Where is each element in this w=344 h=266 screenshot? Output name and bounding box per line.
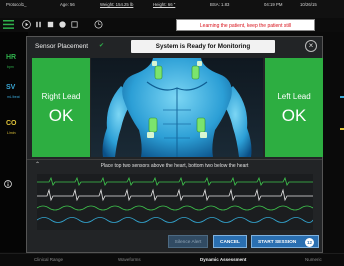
- patient-bsa: BSA: 1.83: [210, 2, 230, 7]
- step-icon[interactable]: [70, 20, 79, 29]
- dialog-header: Sensor Placement ✔ System is Ready for M…: [27, 37, 322, 57]
- close-icon[interactable]: ×: [305, 40, 317, 52]
- start-session-button[interactable]: START SESSION 12: [251, 235, 319, 248]
- left-lead-label: Left Lead: [277, 92, 311, 101]
- patient-id: Protocol1_: [6, 2, 27, 7]
- placement-instruction: Place top two sensors above the heart, b…: [100, 163, 249, 169]
- pause-icon[interactable]: [34, 20, 43, 29]
- silence-alert-button[interactable]: Silence Alert: [168, 235, 208, 248]
- check-icon: ✔: [99, 43, 105, 49]
- signal-waveforms: [37, 174, 313, 230]
- play-icon[interactable]: [22, 20, 31, 29]
- left-lead-panel: Left Lead OK: [265, 58, 323, 157]
- sv-marker: [340, 96, 344, 98]
- tab-numeric[interactable]: Numeric: [305, 257, 322, 262]
- menu-icon[interactable]: [3, 20, 14, 29]
- torso-diagram: [91, 58, 263, 157]
- right-lead-panel: Right Lead OK: [32, 58, 90, 157]
- divider: [27, 159, 322, 160]
- record-icon[interactable]: [58, 20, 67, 29]
- tab-waveforms[interactable]: Waveforms: [118, 257, 141, 262]
- stop-icon[interactable]: [46, 20, 55, 29]
- patient-height[interactable]: Height: 66 ": [153, 2, 175, 7]
- header-bar: Protocol1_ Age: 56 Weight: 154.25 lb Hei…: [0, 0, 344, 18]
- right-strip: [322, 32, 344, 252]
- sv-unit: mL/beat: [7, 95, 20, 99]
- clock-icon: [94, 20, 103, 29]
- countdown-badge: 12: [305, 238, 314, 247]
- cancel-button[interactable]: CANCEL: [213, 235, 247, 248]
- alert-banner: Learning the patient, keep the patient s…: [176, 19, 315, 31]
- info-icon[interactable]: [4, 180, 12, 188]
- system-status-banner: System is Ready for Monitoring: [131, 40, 275, 53]
- co-unit: L/min: [7, 131, 16, 135]
- hr-label[interactable]: HR: [6, 54, 16, 61]
- co-marker: [340, 128, 344, 130]
- right-lead-label: Right Lead: [41, 92, 81, 101]
- parameter-strip: HR bpm SV mL/beat CO L/min: [0, 32, 28, 252]
- dialog-title: Sensor Placement: [35, 43, 89, 50]
- sv-label[interactable]: SV: [6, 84, 15, 91]
- clock-time: 04:19 PM: [264, 2, 283, 7]
- patient-age: Age: 56: [60, 2, 75, 7]
- left-lead-status: OK: [281, 106, 307, 125]
- sensor-placement-dialog: Sensor Placement ✔ System is Ready for M…: [26, 36, 323, 253]
- tab-dynamic-assessment[interactable]: Dynamic Assessment: [200, 257, 246, 262]
- hr-unit: bpm: [7, 65, 14, 69]
- bottom-tab-bar: Clinical Range Waveforms Dynamic Assessm…: [0, 253, 344, 266]
- clock-date: 10/26/15: [300, 2, 317, 7]
- tab-clinical-range[interactable]: Clinical Range: [34, 257, 63, 262]
- co-label[interactable]: CO: [6, 120, 17, 127]
- right-lead-status: OK: [48, 106, 74, 125]
- patient-weight[interactable]: Weight: 154.25 lb: [100, 2, 133, 7]
- start-session-label: START SESSION: [258, 240, 297, 245]
